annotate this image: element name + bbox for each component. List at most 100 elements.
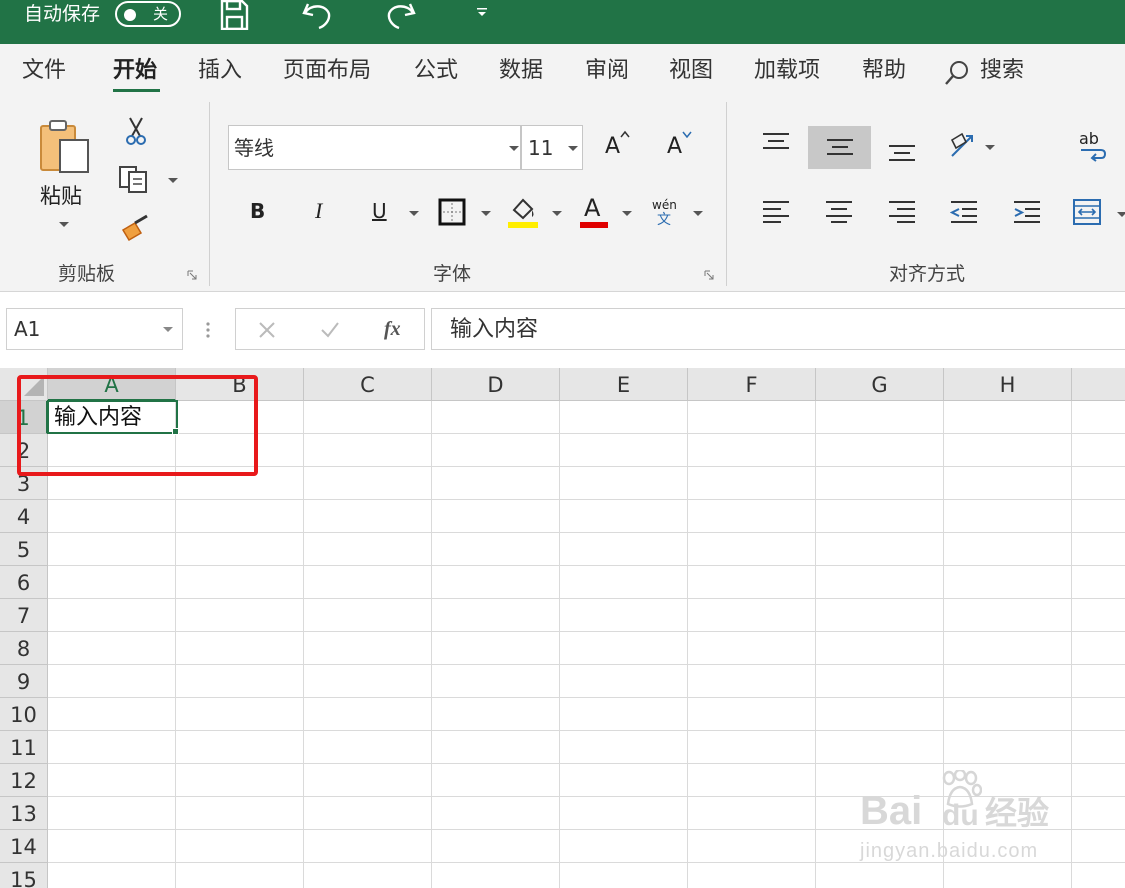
font-color-button[interactable]: A bbox=[584, 196, 600, 220]
merge-center-icon[interactable] bbox=[1072, 198, 1102, 226]
decrease-indent-icon[interactable] bbox=[950, 200, 978, 224]
row-header[interactable]: 6 bbox=[0, 566, 48, 599]
row-header[interactable]: 14 bbox=[0, 830, 48, 863]
phonetic-dropdown-icon[interactable] bbox=[693, 211, 703, 216]
name-box-value: A1 bbox=[14, 317, 41, 341]
copy-icon[interactable] bbox=[118, 164, 150, 194]
font-color-swatch bbox=[580, 222, 608, 228]
search-label[interactable]: 搜索 bbox=[980, 57, 1024, 85]
insert-function-button[interactable]: fx bbox=[384, 317, 401, 341]
column-header[interactable]: G bbox=[816, 368, 944, 401]
group-separator bbox=[209, 102, 210, 286]
tab-formulas[interactable]: 公式 bbox=[414, 57, 458, 85]
paste-label[interactable]: 粘贴 bbox=[40, 184, 82, 208]
row-header[interactable]: 5 bbox=[0, 533, 48, 566]
column-header[interactable]: H bbox=[944, 368, 1072, 401]
column-header[interactable]: F bbox=[688, 368, 816, 401]
font-launcher-icon[interactable] bbox=[704, 270, 714, 280]
autosave-toggle[interactable]: 关 bbox=[115, 1, 181, 27]
active-tab-indicator bbox=[113, 89, 160, 92]
font-color-dropdown-icon[interactable] bbox=[622, 211, 632, 216]
watermark-brand: Bai bbox=[860, 789, 923, 833]
cancel-icon[interactable] bbox=[258, 321, 276, 339]
row-header[interactable]: 13 bbox=[0, 797, 48, 830]
column-header[interactable]: C bbox=[304, 368, 432, 401]
row-header[interactable]: 8 bbox=[0, 632, 48, 665]
column-header[interactable] bbox=[1072, 368, 1125, 401]
tab-view[interactable]: 视图 bbox=[669, 57, 713, 85]
fill-color-swatch bbox=[508, 222, 538, 228]
tab-file[interactable]: 文件 bbox=[22, 57, 66, 85]
tab-addins[interactable]: 加载项 bbox=[754, 57, 820, 85]
ribbon: 粘贴 剪贴板 等线 11 A A B I U A wén 文 字体 ab 对齐方… bbox=[0, 100, 1125, 292]
row-header[interactable]: 11 bbox=[0, 731, 48, 764]
shrink-font-button[interactable]: A bbox=[667, 135, 682, 159]
name-box[interactable]: A1 bbox=[6, 308, 183, 350]
customize-toolbar-icon[interactable] bbox=[476, 0, 488, 30]
tab-insert[interactable]: 插入 bbox=[198, 57, 242, 85]
merge-dropdown-icon[interactable] bbox=[1117, 212, 1125, 217]
align-right-icon[interactable] bbox=[888, 200, 916, 224]
column-header[interactable]: D bbox=[432, 368, 560, 401]
font-name-box[interactable]: 等线 bbox=[228, 125, 521, 170]
bold-button[interactable]: B bbox=[250, 199, 265, 223]
splitter-handle-icon[interactable] bbox=[205, 321, 211, 339]
formula-content: 输入内容 bbox=[450, 317, 539, 342]
grow-caret-icon bbox=[620, 130, 630, 138]
align-middle-icon[interactable] bbox=[826, 138, 854, 158]
enter-icon[interactable] bbox=[320, 321, 340, 339]
ribbon-tabs: 文件 开始 插入 页面布局 公式 数据 审阅 视图 加载项 帮助 搜索 bbox=[0, 44, 1125, 100]
tab-review[interactable]: 审阅 bbox=[585, 57, 629, 85]
toggle-knob bbox=[124, 9, 136, 21]
save-icon[interactable] bbox=[218, 0, 250, 30]
row-header[interactable]: 9 bbox=[0, 665, 48, 698]
paste-dropdown-icon[interactable] bbox=[59, 222, 69, 227]
phonetic-bottom[interactable]: 文 bbox=[657, 212, 671, 228]
border-dropdown-icon[interactable] bbox=[481, 211, 491, 216]
align-bottom-icon[interactable] bbox=[888, 144, 916, 164]
wrap-text-icon[interactable] bbox=[1079, 146, 1107, 162]
formula-input[interactable]: 输入内容 bbox=[431, 308, 1125, 350]
tab-help[interactable]: 帮助 bbox=[862, 57, 906, 85]
copy-dropdown-icon[interactable] bbox=[168, 178, 178, 183]
grow-font-button[interactable]: A bbox=[605, 135, 620, 159]
cut-icon[interactable] bbox=[124, 116, 148, 146]
tab-page-layout[interactable]: 页面布局 bbox=[283, 57, 371, 85]
underline-button[interactable]: U bbox=[372, 199, 387, 223]
redo-icon[interactable] bbox=[384, 0, 418, 30]
tab-home[interactable]: 开始 bbox=[113, 57, 157, 85]
italic-button[interactable]: I bbox=[315, 199, 322, 223]
row-header[interactable]: 7 bbox=[0, 599, 48, 632]
align-top-icon[interactable] bbox=[762, 132, 790, 152]
font-size-dropdown-icon[interactable] bbox=[568, 146, 578, 151]
increase-indent-icon[interactable] bbox=[1013, 200, 1041, 224]
clipboard-launcher-icon[interactable] bbox=[187, 270, 197, 280]
font-name: 等线 bbox=[234, 136, 274, 160]
orientation-icon[interactable] bbox=[948, 130, 982, 162]
name-box-dropdown-icon[interactable] bbox=[163, 327, 173, 332]
search-icon[interactable] bbox=[944, 60, 970, 86]
font-size-box[interactable]: 11 bbox=[521, 125, 583, 170]
font-group-label: 字体 bbox=[433, 263, 472, 285]
tab-data[interactable]: 数据 bbox=[499, 57, 543, 85]
row-header[interactable]: 15 bbox=[0, 863, 48, 888]
format-painter-icon[interactable] bbox=[121, 214, 153, 242]
column-header[interactable]: E bbox=[560, 368, 688, 401]
orientation-dropdown-icon[interactable] bbox=[985, 145, 995, 150]
paste-icon[interactable] bbox=[38, 118, 92, 174]
align-left-icon[interactable] bbox=[762, 200, 790, 224]
alignment-group-label: 对齐方式 bbox=[889, 263, 966, 285]
row-header[interactable]: 4 bbox=[0, 500, 48, 533]
row-header[interactable]: 12 bbox=[0, 764, 48, 797]
row-header[interactable]: 10 bbox=[0, 698, 48, 731]
align-center-icon[interactable] bbox=[825, 200, 853, 224]
font-name-dropdown-icon[interactable] bbox=[509, 146, 519, 151]
undo-icon[interactable] bbox=[300, 0, 334, 30]
phonetic-top[interactable]: wén bbox=[652, 198, 677, 212]
border-icon[interactable] bbox=[438, 198, 466, 226]
fill-color-dropdown-icon[interactable] bbox=[552, 211, 562, 216]
annotation-highlight-box bbox=[17, 375, 258, 476]
watermark-cn: 经验 bbox=[985, 795, 1050, 831]
autosave-label: 自动保存 bbox=[24, 3, 101, 25]
underline-dropdown-icon[interactable] bbox=[409, 211, 419, 216]
